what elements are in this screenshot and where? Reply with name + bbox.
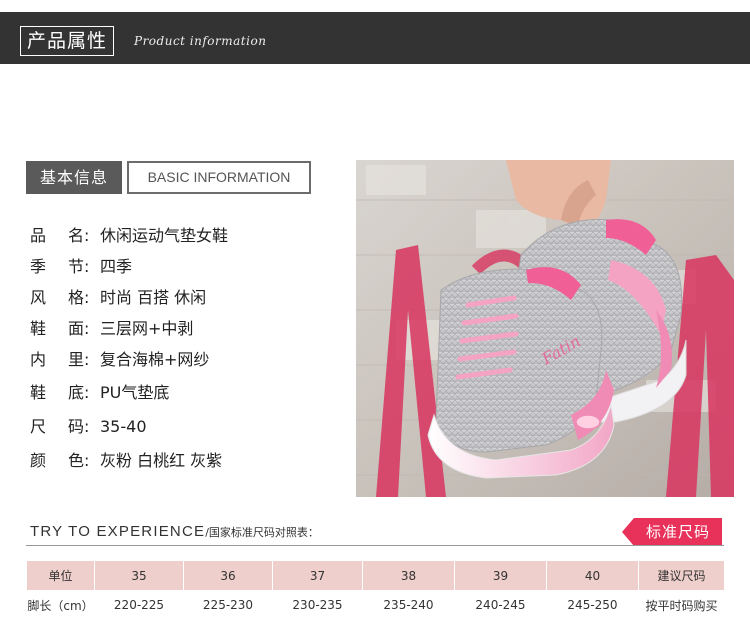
spec-row-size: 尺 码: 35-40	[30, 414, 147, 440]
spec-row-sole: 鞋 底: PU气垫底	[30, 380, 169, 406]
spec-row-lining: 内 里: 复合海棉+网纱	[30, 347, 209, 373]
spec-row-color: 颜 色: 灰粉 白桃红 灰紫	[30, 448, 222, 474]
table-cell: 按平时码购买	[638, 590, 725, 620]
product-photo: Fatin	[356, 160, 734, 497]
spec-key: 码:	[68, 417, 90, 436]
spec-value: PU气垫底	[100, 383, 170, 402]
spec-key: 里:	[68, 350, 90, 369]
spec-key: 鞋	[30, 319, 47, 338]
section-divider	[26, 545, 724, 546]
header-subtitle: Product information	[134, 34, 267, 48]
spec-value: 四季	[100, 257, 133, 276]
try-to-experience-text: TRY TO EXPERIENCE/国家标准尺码对照表：	[30, 522, 319, 543]
table-header-cell: 35	[94, 560, 184, 591]
spec-key: 鞋	[30, 383, 47, 402]
header-band: 产品属性 Product information	[0, 12, 750, 64]
size-table-row: 脚长（cm） 220-225 225-230 230-235 235-240 2…	[26, 590, 725, 620]
basic-info-label: 基本信息	[26, 161, 122, 194]
spec-key: 底:	[68, 383, 90, 402]
spec-key: 季	[30, 257, 47, 276]
product-photo-illustration: Fatin	[356, 160, 734, 497]
table-cell: 240-245	[454, 590, 547, 620]
try-text-en: TRY TO EXPERIENCE	[30, 523, 206, 540]
table-header-cell: 39	[454, 560, 547, 591]
size-table: 单位 35 36 37 38 39 40 建议尺码 脚长（cm） 220-225…	[26, 560, 725, 620]
spec-key: 色:	[68, 451, 90, 470]
spec-key: 风	[30, 288, 47, 307]
spec-value: 灰粉 白桃红 灰紫	[100, 451, 223, 470]
table-header-cell: 建议尺码	[638, 560, 725, 591]
spec-row-style: 风 格: 时尚 百搭 休闲	[30, 285, 206, 311]
table-header-cell: 单位	[26, 560, 95, 591]
size-table-header-row: 单位 35 36 37 38 39 40 建议尺码	[26, 560, 725, 591]
spec-value: 复合海棉+网纱	[100, 350, 210, 369]
spec-value: 35-40	[100, 417, 147, 436]
table-cell: 245-250	[546, 590, 639, 620]
spec-key: 节:	[68, 257, 90, 276]
header-title: 产品属性	[20, 26, 115, 56]
spec-key: 面:	[68, 319, 90, 338]
spec-key: 名:	[68, 226, 90, 245]
spec-key: 格:	[68, 288, 90, 307]
table-header-cell: 36	[183, 560, 273, 591]
spec-row-upper: 鞋 面: 三层网+中剥	[30, 316, 193, 342]
spec-row-season: 季 节: 四季	[30, 254, 132, 280]
table-header-cell: 38	[362, 560, 455, 591]
spec-value: 时尚 百搭 休闲	[100, 288, 207, 307]
table-cell: 225-230	[183, 590, 273, 620]
basic-info-label-en: BASIC INFORMATION	[127, 161, 311, 194]
spec-key: 尺	[30, 417, 47, 436]
table-cell: 235-240	[362, 590, 455, 620]
table-cell: 脚长（cm）	[26, 590, 95, 620]
spec-key: 内	[30, 350, 47, 369]
spec-row-name: 品 名: 休闲运动气垫女鞋	[30, 223, 228, 249]
try-text-cn: /国家标准尺码对照表：	[205, 526, 319, 539]
spec-value: 休闲运动气垫女鞋	[100, 226, 229, 245]
standard-size-tag: 标准尺码	[622, 518, 722, 546]
table-cell: 230-235	[272, 590, 363, 620]
spec-value: 三层网+中剥	[100, 319, 194, 338]
table-cell: 220-225	[94, 590, 184, 620]
spec-key: 颜	[30, 451, 47, 470]
table-header-cell: 37	[272, 560, 363, 591]
spec-key: 品	[30, 226, 47, 245]
standard-size-tag-label: 标准尺码	[645, 523, 710, 541]
table-header-cell: 40	[546, 560, 639, 591]
